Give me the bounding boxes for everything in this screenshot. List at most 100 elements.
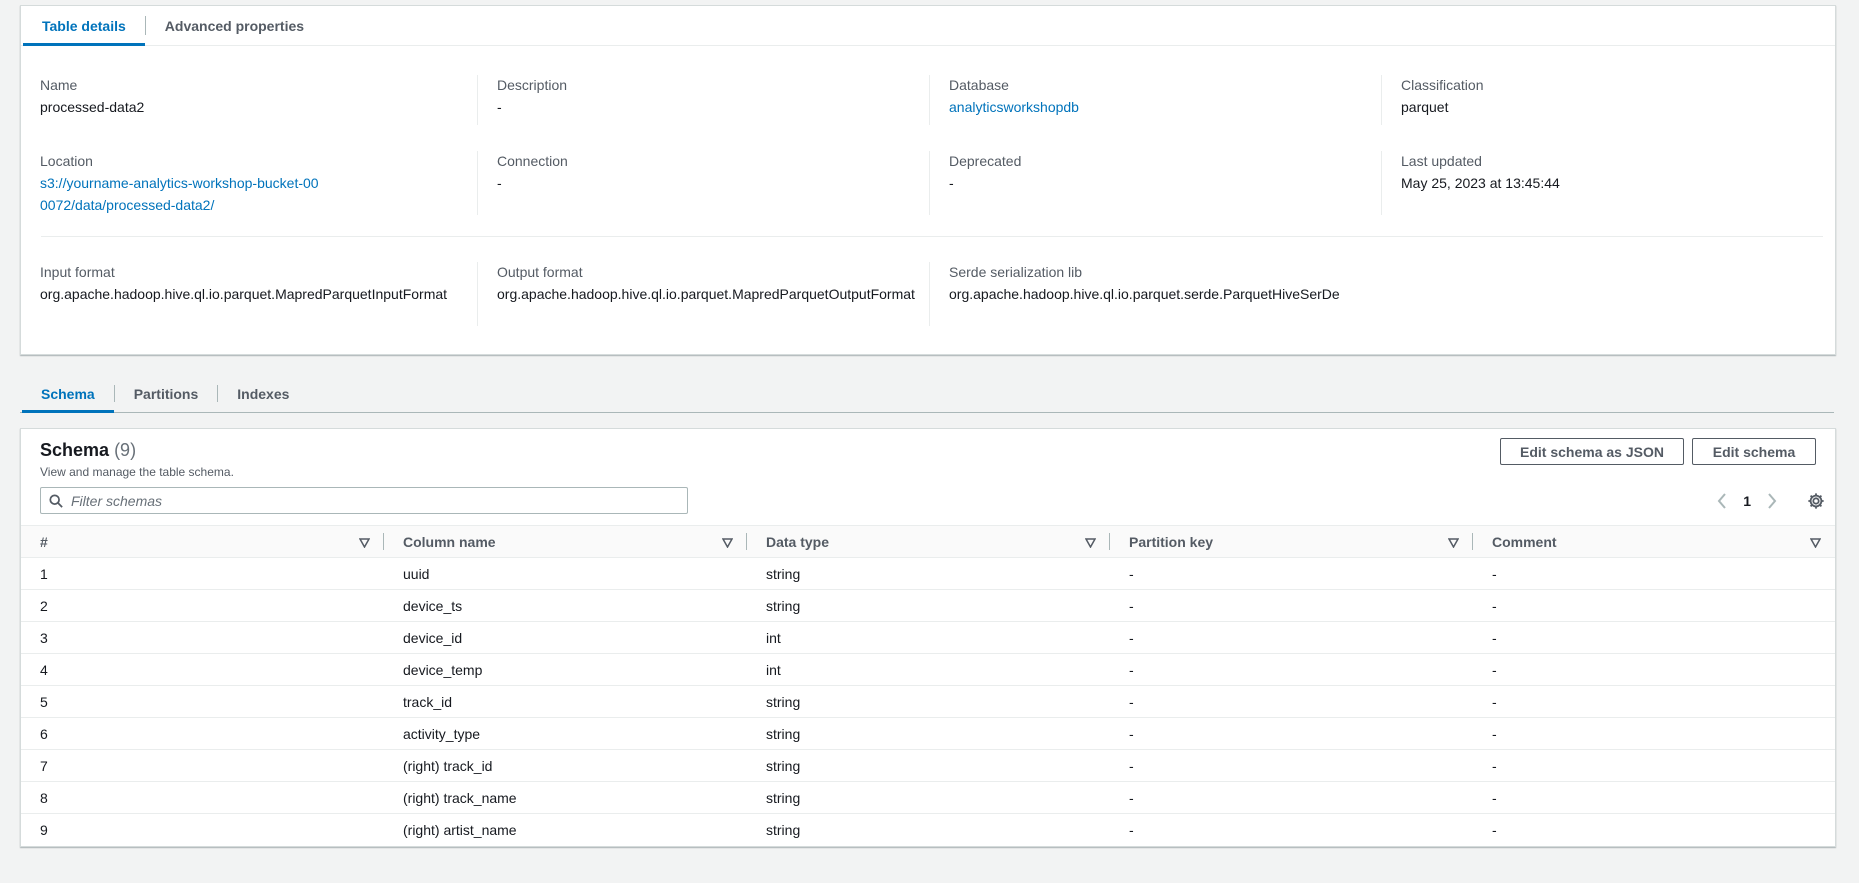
table-cell: (right) track_name — [384, 781, 747, 814]
table-cell: - — [1110, 621, 1473, 654]
schema-container: Schema (9) View and manage the table sch… — [20, 428, 1836, 847]
field-label: Description — [497, 77, 568, 93]
page-number[interactable]: 1 — [1743, 493, 1751, 509]
divider — [41, 236, 1823, 237]
schema-count: (9) — [114, 440, 137, 460]
table-cell: - — [1110, 685, 1473, 718]
table-cell: - — [1492, 821, 1497, 838]
field-location: Location s3://yourname-analytics-worksho… — [21, 151, 321, 216]
table-cell: string — [747, 781, 1110, 814]
table-row: 3 device_id int - - — [21, 621, 1835, 654]
table-header-row: # Column name Data type Partition key Commen… — [21, 525, 1835, 558]
field-label: Connection — [497, 153, 568, 169]
pagination: 1 — [1717, 487, 1825, 514]
location-link[interactable]: s3://yourname-analytics-workshop-bucket-… — [40, 172, 321, 216]
field-value: org.apache.hadoop.hive.ql.io.parquet.Map… — [40, 286, 448, 302]
field-label: Name — [40, 77, 78, 93]
table-row: 5 track_id string - - — [21, 685, 1835, 718]
tab-indexes[interactable]: Indexes — [218, 375, 308, 412]
tab-advanced-properties[interactable]: Advanced properties — [146, 6, 323, 45]
field-label: Input format — [40, 264, 115, 280]
table-cell: - — [1473, 781, 1835, 814]
table-cell: 1 — [21, 557, 384, 590]
table-cell: - — [1473, 717, 1835, 750]
tab-partitions[interactable]: Partitions — [115, 375, 218, 412]
field-connection: Connection - — [477, 151, 929, 215]
database-link[interactable]: analyticsworkshopdb — [949, 96, 1381, 118]
field-last-updated: Last updated May 25, 2023 at 13:45:44 — [1381, 151, 1833, 215]
column-header[interactable]: Partition key — [1110, 525, 1473, 558]
sort-caret-icon[interactable] — [1084, 535, 1097, 551]
field-serde-lib: Serde serialization lib org.apache.hadoo… — [929, 262, 1529, 326]
table-cell: - — [1473, 749, 1835, 782]
table-cell: - — [1129, 821, 1134, 838]
filter-schemas-input[interactable] — [69, 491, 653, 510]
table-cell: int — [747, 621, 1110, 654]
table-cell: 4 — [21, 653, 384, 686]
sort-caret-icon[interactable] — [721, 535, 734, 551]
field-label: Classification — [1401, 77, 1484, 93]
table-cell: - — [1473, 653, 1835, 686]
tab-table-details[interactable]: Table details — [23, 6, 145, 46]
table-cell: - — [1473, 621, 1835, 654]
table-cell: 5 — [21, 685, 384, 718]
field-classification: Classification parquet — [1381, 75, 1833, 125]
schema-description: View and manage the table schema. — [40, 465, 234, 479]
table-row: 9 (right) artist_name string - - — [21, 814, 1835, 846]
chevron-left-icon[interactable] — [1717, 492, 1727, 509]
table-cell: - — [1110, 749, 1473, 782]
column-header-label: Comment — [1492, 533, 1557, 550]
field-deprecated: Deprecated - — [929, 151, 1381, 215]
field-label: Output format — [497, 264, 583, 280]
table-row: 1 uuid string - - — [21, 557, 1835, 590]
sort-caret-icon[interactable] — [1447, 535, 1460, 551]
search-icon — [49, 493, 63, 508]
table-cell: uuid — [384, 557, 747, 590]
sort-caret-icon[interactable] — [1809, 535, 1822, 551]
table-row: 6 activity_type string - - — [21, 717, 1835, 750]
field-description: Description - — [477, 75, 929, 125]
field-name: Name processed-data2 — [21, 75, 473, 118]
column-header-label: Data type — [766, 533, 830, 550]
sort-caret-icon[interactable] — [358, 535, 371, 551]
table-cell: - — [1110, 589, 1473, 622]
edit-schema-button[interactable]: Edit schema — [1692, 438, 1816, 465]
field-value: parquet — [1401, 99, 1449, 115]
chevron-right-icon[interactable] — [1767, 492, 1777, 509]
table-row: 2 device_ts string - - — [21, 589, 1835, 622]
schema-heading: Schema (9) — [40, 440, 136, 461]
settings-gear-icon[interactable] — [1807, 492, 1825, 510]
table-cell: string — [747, 717, 1110, 750]
column-header[interactable]: Column name — [384, 525, 747, 558]
field-output-format: Output format org.apache.hadoop.hive.ql.… — [477, 262, 917, 326]
table-cell: - — [1110, 717, 1473, 750]
field-value: - — [497, 175, 502, 191]
table-cell: (right) artist_name — [403, 821, 517, 838]
table-row: 7 (right) track_id string - - — [21, 749, 1835, 782]
field-label: Database — [949, 77, 1009, 93]
table-cell: - — [1110, 557, 1473, 590]
column-header-label: Partition key — [1129, 533, 1214, 550]
schema-table: # Column name Data type Partition key Commen… — [21, 525, 1835, 845]
field-database: Database analyticsworkshopdb — [929, 75, 1381, 125]
table-cell: string — [747, 557, 1110, 590]
table-cell: device_id — [384, 621, 747, 654]
table-cell: - — [1110, 781, 1473, 814]
table-cell: activity_type — [384, 717, 747, 750]
column-header[interactable]: Data type — [747, 525, 1110, 558]
table-cell: 8 — [21, 781, 384, 814]
field-value: processed-data2 — [40, 99, 145, 115]
column-header[interactable]: Comment — [1473, 525, 1835, 558]
schema-title: Schema — [40, 440, 110, 460]
field-label: Deprecated — [949, 153, 1022, 169]
column-header[interactable]: # — [21, 525, 384, 558]
tab-schema[interactable]: Schema — [22, 375, 114, 413]
table-cell: device_ts — [384, 589, 747, 622]
table-cell: 6 — [21, 717, 384, 750]
section-tabs: Schema Partitions Indexes — [20, 375, 1834, 413]
table-cell: - — [1473, 685, 1835, 718]
table-details-panel: Table details Advanced properties Name p… — [20, 5, 1836, 355]
table-cell: string — [747, 685, 1110, 718]
filter-schemas-field[interactable] — [40, 487, 688, 514]
edit-schema-json-button[interactable]: Edit schema as JSON — [1500, 438, 1684, 465]
